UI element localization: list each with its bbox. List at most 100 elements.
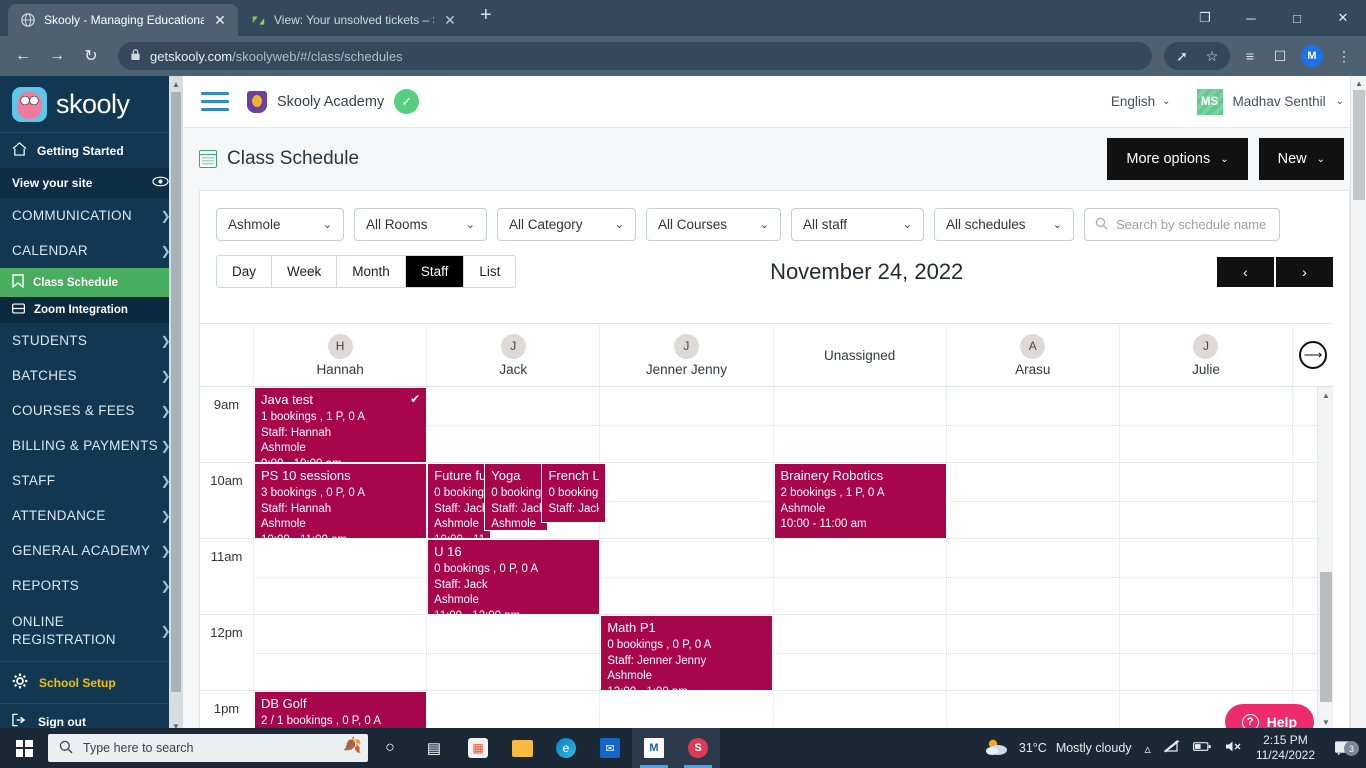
calendar-cell[interactable] — [254, 539, 428, 614]
window-minimize-icon[interactable]: ─ — [1228, 0, 1274, 36]
forward-icon[interactable]: → — [42, 41, 72, 71]
calendar-event[interactable]: Brainery Robotics 2 bookings , 1 P, 0 A As… — [773, 463, 947, 539]
tab-week[interactable]: Week — [272, 256, 338, 287]
window-restore-icon[interactable]: ❐ — [1182, 0, 1228, 36]
calendar-event[interactable]: Java test 1 bookings , 1 P, 0 A Staff: Han… — [254, 387, 428, 463]
calendar-cell[interactable] — [254, 615, 428, 690]
profile-icon[interactable]: M — [1301, 45, 1323, 67]
calendar-cell[interactable] — [947, 463, 1120, 538]
calendar-event[interactable]: Future fu0 bookings ,Staff: JackAshmole1… — [427, 463, 492, 539]
staff-column-header-jenner-jenny[interactable]: J Jenner Jenny — [600, 324, 774, 386]
share-icon[interactable]: ➚ — [1168, 42, 1196, 70]
tab-list[interactable]: List — [464, 256, 516, 287]
user-menu[interactable]: MS Madhav Senthil ⌄ — [1196, 88, 1344, 115]
sidebar-item-billing-payments[interactable]: BILLING & PAYMENTS ❯ — [0, 428, 183, 463]
reading-list-icon[interactable]: ≡ — [1236, 42, 1264, 70]
staff-column-header-unassigned[interactable]: Unassigned — [774, 324, 947, 386]
filter-staff[interactable]: All staff ⌄ — [791, 208, 924, 241]
scroll-up-icon[interactable]: ▲ — [1318, 387, 1333, 403]
sidebar-item-view-site[interactable]: View your site — [0, 168, 183, 198]
calendar-cell[interactable] — [947, 691, 1120, 730]
network-icon[interactable] — [1163, 739, 1180, 756]
calendar-event[interactable]: Yoga 0 bookings , Staff: Jack Ashmole — [484, 463, 549, 531]
new-button[interactable]: New ⌄ — [1258, 138, 1344, 180]
sidebar-item-calendar[interactable]: CALENDAR ❯ — [0, 233, 183, 268]
sidebar-item-attendance[interactable]: ATTENDANCE ❯ — [0, 498, 183, 533]
calendar-cell[interactable] — [774, 615, 947, 690]
hamburger-menu-icon[interactable] — [201, 92, 229, 111]
weather-widget[interactable]: 31°C Mostly cloudy — [984, 738, 1132, 759]
calendar-cell[interactable] — [600, 387, 774, 462]
notification-center-button[interactable]: 3 — [1328, 740, 1359, 756]
tab-close-icon[interactable]: ✕ — [442, 13, 458, 27]
scroll-up-icon[interactable]: ▲ — [1351, 76, 1366, 90]
mail-icon[interactable]: ✉ — [588, 728, 632, 768]
sidebar-item-online-registration[interactable]: ONLINE REGISTRATION ❯ — [0, 603, 183, 659]
sidebar-item-students[interactable]: STUDENTS ❯ — [0, 323, 183, 358]
filter-courses[interactable]: All Courses ⌄ — [646, 208, 781, 241]
calendar-cell[interactable] — [947, 539, 1120, 614]
tab-staff[interactable]: Staff — [405, 256, 465, 287]
taskbar-clock[interactable]: 2:15 PM 11/24/2022 — [1256, 733, 1315, 763]
staff-column-header-jack[interactable]: J Jack — [427, 324, 601, 386]
staff-column-header-hannah[interactable]: H Hannah — [254, 324, 428, 386]
sidebar-item-communication[interactable]: COMMUNICATION ❯ — [0, 198, 183, 233]
next-date-button[interactable]: › — [1276, 256, 1333, 287]
calendar-cell[interactable] — [427, 615, 601, 690]
bookmark-star-icon[interactable]: ☆ — [1198, 42, 1226, 70]
back-icon[interactable]: ← — [8, 41, 38, 71]
calendar-scrollbar[interactable]: ▲ ▼ — [1317, 387, 1333, 730]
calendar-cell[interactable] — [1120, 387, 1294, 462]
microsoft-store-icon[interactable]: ▦ — [456, 728, 500, 768]
filter-schedules[interactable]: All schedules ⌄ — [934, 208, 1074, 241]
address-bar[interactable]: getskooly.com/skoolyweb/#/class/schedule… — [118, 42, 1152, 70]
calendar-cell[interactable] — [427, 387, 601, 462]
calendar-event[interactable]: French Lev 0 bookings , Staff: Jack — [541, 463, 606, 523]
battery-icon[interactable] — [1192, 741, 1212, 755]
microsoft-edge-icon[interactable]: e — [544, 728, 588, 768]
page-scrollbar[interactable]: ▲ ▼ — [1350, 76, 1366, 768]
staff-column-header-julie[interactable]: J Julie — [1120, 324, 1294, 386]
calendar-event[interactable]: U 16 0 bookings , 0 P, 0 A Staff: Jack Ashm… — [427, 539, 601, 615]
calendar-scroll-thumb[interactable] — [1320, 572, 1332, 702]
filter-location[interactable]: Ashmole ⌄ — [216, 208, 344, 241]
calendar-event[interactable]: Math P1 0 bookings , 0 P, 0 A Staff: Jenne… — [600, 615, 774, 691]
calendar-cell[interactable] — [774, 539, 947, 614]
next-columns-button[interactable]: ⟶ — [1293, 324, 1333, 386]
sidebar-item-general-academy[interactable]: GENERAL ACADEMY ❯ — [0, 533, 183, 568]
scroll-up-icon[interactable]: ▲ — [169, 76, 183, 92]
calendar-cell[interactable] — [774, 387, 947, 462]
reload-icon[interactable]: ↻ — [76, 41, 106, 71]
cortana-icon[interactable]: ○ — [368, 728, 412, 768]
window-close-icon[interactable]: ✕ — [1320, 0, 1366, 36]
menu-kebab-icon[interactable]: ⋮ — [1330, 42, 1358, 70]
volume-muted-icon[interactable] — [1225, 740, 1243, 756]
sidebar-item-staff[interactable]: STAFF ❯ — [0, 463, 183, 498]
tab-day[interactable]: Day — [217, 256, 273, 287]
calendar-cell[interactable] — [1120, 463, 1294, 538]
sidebar-logo[interactable]: skooly — [0, 76, 183, 132]
filter-category[interactable]: All Category ⌄ — [497, 208, 636, 241]
sidebar-icon[interactable]: ☐ — [1266, 42, 1294, 70]
sidebar-item-zoom-integration[interactable]: Zoom Integration — [0, 297, 183, 323]
calendar-cell[interactable] — [1120, 539, 1294, 614]
more-options-button[interactable]: More options ⌄ — [1107, 138, 1248, 180]
search-input[interactable]: Search by schedule name — [1084, 208, 1280, 241]
sidebar-item-getting-started[interactable]: Getting Started — [0, 132, 183, 168]
sidebar-scrollbar[interactable]: ▲ ▼ — [169, 76, 183, 734]
calendar-cell[interactable] — [427, 691, 601, 730]
calendar-cell[interactable] — [600, 691, 774, 730]
browser-tab-2[interactable]: View: Your unsolved tickets – Sko ✕ — [238, 4, 468, 36]
sidebar-scroll-thumb[interactable] — [171, 92, 181, 692]
calendar-event[interactable]: DB Golf 2 / 1 bookings , 0 P, 0 A — [254, 691, 428, 730]
browser-tab-1[interactable]: Skooly - Managing Educational J ✕ — [8, 4, 238, 36]
task-view-icon[interactable]: ▤ — [412, 728, 456, 768]
window-maximize-icon[interactable]: □ — [1274, 0, 1320, 36]
language-selector[interactable]: English ⌄ — [1111, 94, 1171, 109]
prev-date-button[interactable]: ‹ — [1217, 256, 1274, 287]
start-button[interactable] — [0, 728, 48, 768]
calendar-cell[interactable] — [1120, 615, 1294, 690]
calendar-cell[interactable] — [947, 615, 1120, 690]
page-scroll-thumb[interactable] — [1353, 90, 1365, 200]
sidebar-item-courses-fees[interactable]: COURSES & FEES ❯ — [0, 393, 183, 428]
